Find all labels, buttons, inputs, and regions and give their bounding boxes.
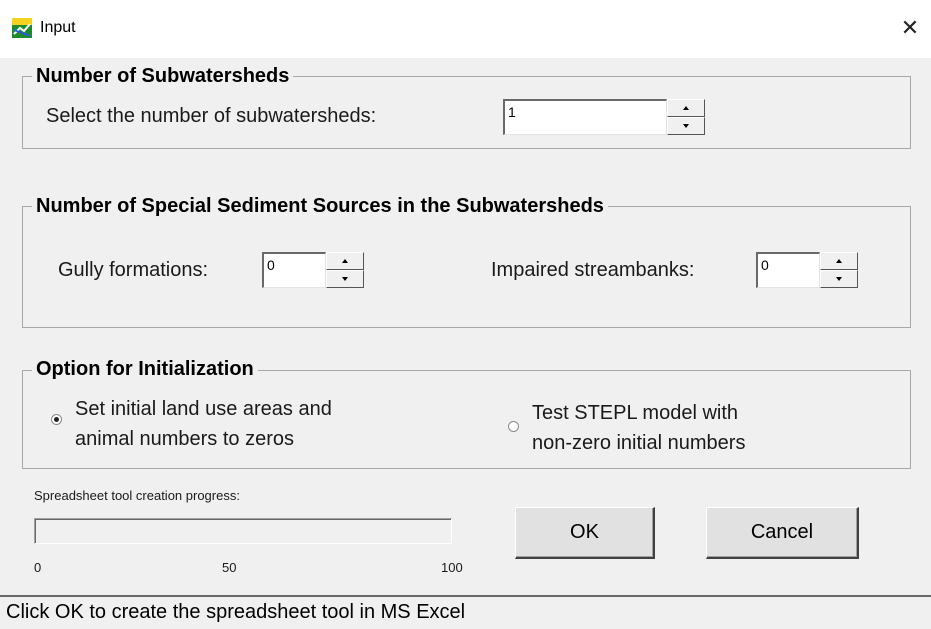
progress-label: Spreadsheet tool creation progress: xyxy=(34,488,240,503)
progress-bar xyxy=(34,518,452,544)
progress-tick-100: 100 xyxy=(441,560,463,575)
ok-button[interactable]: OK xyxy=(515,507,655,559)
close-x-icon[interactable]: ✕ xyxy=(896,14,924,42)
cancel-button[interactable]: Cancel xyxy=(706,507,859,559)
subwatersheds-legend: Number of Subwatersheds xyxy=(32,64,294,88)
streambanks-increment-button[interactable] xyxy=(820,252,858,270)
title-bar: Input ✕ xyxy=(0,0,931,58)
subwatersheds-increment-button[interactable] xyxy=(667,99,705,117)
streambanks-decrement-button[interactable] xyxy=(820,270,858,288)
gully-formations-label: Gully formations: xyxy=(58,259,209,281)
status-bar: Click OK to create the spreadsheet tool … xyxy=(0,595,931,629)
subwatersheds-stepper xyxy=(667,99,705,135)
impaired-streambanks-stepper xyxy=(820,252,858,288)
sediment-sources-legend: Number of Special Sediment Sources in th… xyxy=(32,194,608,218)
impaired-streambanks-label: Impaired streambanks: xyxy=(491,259,695,281)
subwatersheds-label: Select the number of subwatersheds: xyxy=(46,105,377,127)
test-model-option-line1: Test STEPL model with xyxy=(532,402,739,424)
progress-tick-50: 50 xyxy=(222,560,237,575)
stepl-app-icon xyxy=(12,18,32,38)
zeros-option-line2: animal numbers to zeros xyxy=(75,428,294,450)
impaired-streambanks-input[interactable]: 0 xyxy=(756,252,820,288)
test-model-radio[interactable] xyxy=(508,421,519,432)
gully-increment-button[interactable] xyxy=(326,252,364,270)
zeros-radio[interactable] xyxy=(51,414,62,425)
test-model-option-line2: non-zero initial numbers xyxy=(532,432,746,454)
initialization-legend: Option for Initialization xyxy=(32,357,258,381)
gully-formations-stepper xyxy=(326,252,364,288)
gully-decrement-button[interactable] xyxy=(326,270,364,288)
window-title: Input xyxy=(40,19,76,36)
gully-formations-input[interactable]: 0 xyxy=(262,252,326,288)
zeros-option-line1: Set initial land use areas and xyxy=(75,398,332,420)
subwatersheds-decrement-button[interactable] xyxy=(667,117,705,135)
progress-tick-0: 0 xyxy=(34,560,42,575)
subwatersheds-input[interactable]: 1 xyxy=(503,99,667,135)
